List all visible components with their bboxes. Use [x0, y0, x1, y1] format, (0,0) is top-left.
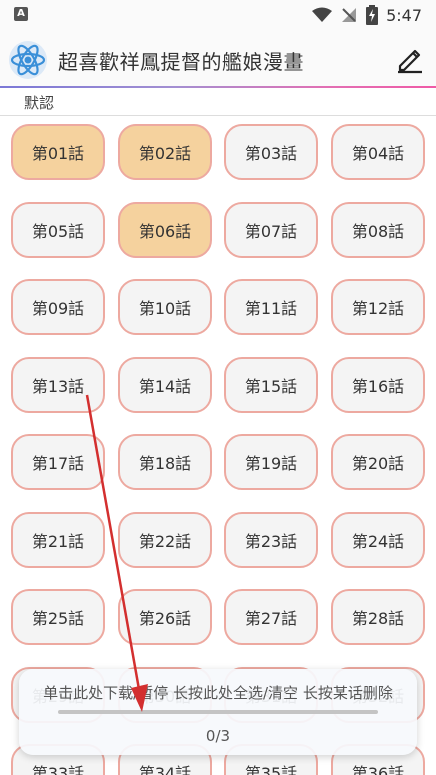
chapter-item[interactable]: 第15話 [224, 356, 318, 413]
chapter-item[interactable]: 第02話 [118, 124, 212, 180]
notification-app-icon: A [14, 7, 28, 21]
chapter-item[interactable]: 第27話 [224, 589, 318, 645]
chapter-item[interactable]: 第14話 [118, 356, 212, 413]
chapter-item[interactable]: 第10話 [118, 279, 212, 335]
chapter-item[interactable]: 第05話 [11, 201, 105, 258]
subtitle-bar: 默認 [0, 88, 436, 116]
chapter-item[interactable]: 第09話 [11, 279, 105, 335]
chapter-item[interactable]: 第20話 [331, 434, 425, 490]
chapter-item[interactable]: 第04話 [331, 124, 425, 180]
battery-charging-icon [366, 5, 379, 25]
chapter-item[interactable]: 第21話 [11, 511, 105, 568]
download-panel[interactable]: 单击此处下载/暂停 长按此处全选/清空 长按某话删除 0/3 [19, 669, 417, 755]
download-progress-text: 0/3 [205, 727, 231, 745]
app-bar: 超喜歡祥鳳提督的艦娘漫畫 [0, 30, 436, 86]
download-hint[interactable]: 单击此处下载/暂停 长按此处全选/清空 长按某话删除 [19, 682, 417, 703]
chapter-item[interactable]: 第16話 [331, 356, 425, 413]
chapter-item[interactable]: 第01話 [11, 124, 105, 180]
chapter-item[interactable]: 第24話 [331, 511, 425, 568]
pencil-icon[interactable] [394, 42, 426, 74]
chapter-item[interactable]: 第18話 [118, 434, 212, 490]
chapter-item[interactable]: 第25話 [11, 589, 105, 645]
signal-off-icon [342, 8, 357, 22]
chapter-item[interactable]: 第07話 [224, 201, 318, 258]
chapter-item[interactable]: 第23話 [224, 511, 318, 568]
chapter-item[interactable]: 第28話 [331, 589, 425, 645]
chapter-item[interactable]: 第13話 [11, 356, 105, 413]
group-label: 默認 [24, 94, 55, 112]
wifi-icon [312, 7, 333, 22]
status-icons: 5:47 [312, 5, 422, 25]
app-title: 超喜歡祥鳳提督的艦娘漫畫 [58, 50, 304, 74]
chapter-item[interactable]: 第03話 [224, 124, 318, 180]
status-bar: A 5:47 [0, 0, 436, 30]
chapter-item[interactable]: 第19話 [224, 434, 318, 490]
chapter-item[interactable]: 第08話 [331, 201, 425, 258]
chapter-item[interactable]: 第11話 [224, 279, 318, 335]
chapter-item[interactable]: 第06話 [118, 201, 212, 258]
chapter-item[interactable]: 第17話 [11, 434, 105, 490]
download-progress-bar [58, 710, 378, 714]
atom-logo-icon [9, 41, 47, 79]
chapter-item[interactable]: 第26話 [118, 589, 212, 645]
chapter-item[interactable]: 第12話 [331, 279, 425, 335]
chapter-item[interactable]: 第22話 [118, 511, 212, 568]
status-time: 5:47 [386, 5, 422, 25]
